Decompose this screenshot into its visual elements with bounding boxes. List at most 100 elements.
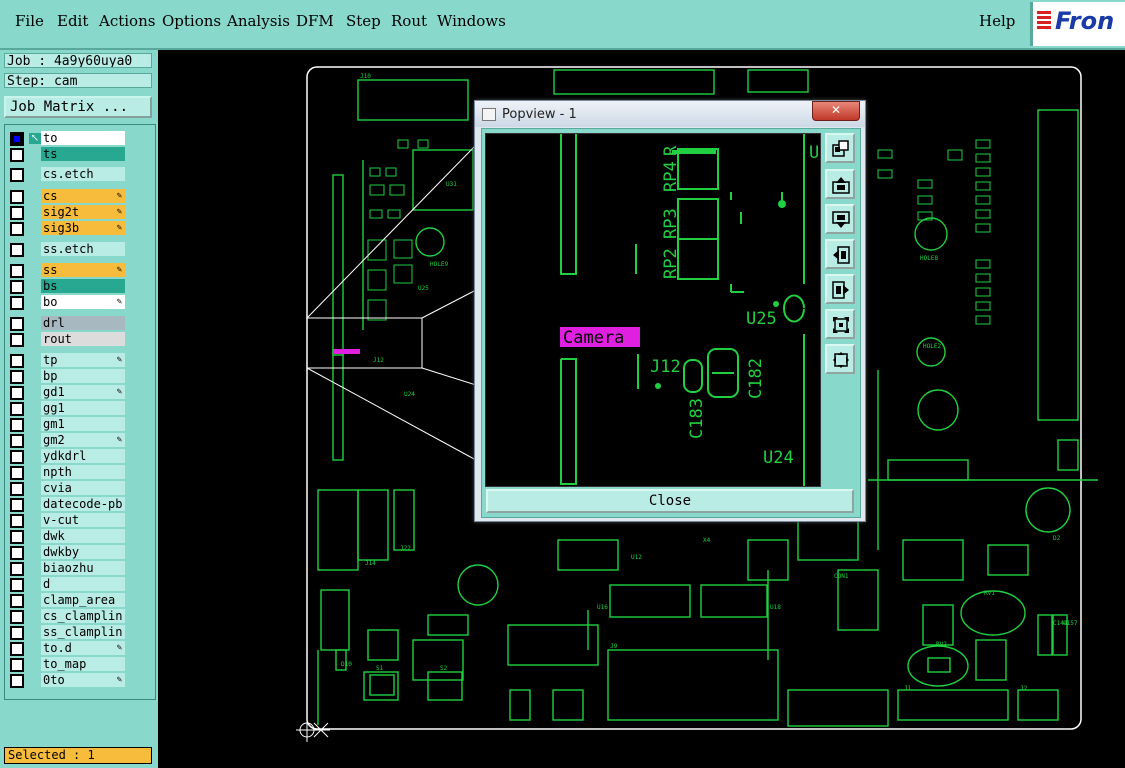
- layer-checkbox[interactable]: [10, 243, 24, 257]
- layer-row[interactable]: 0to ✎: [7, 673, 127, 688]
- layer-row[interactable]: drl: [7, 316, 127, 331]
- layer-row[interactable]: npth: [7, 465, 127, 480]
- layer-name[interactable]: dwkby: [41, 545, 125, 559]
- popview-titlebar[interactable]: Popview - 1 ✕: [475, 101, 865, 127]
- layer-row[interactable]: cs ✎: [7, 189, 127, 204]
- layer-checkbox[interactable]: [10, 674, 24, 688]
- menu-help[interactable]: Help: [979, 12, 1015, 30]
- layer-name[interactable]: ss ✎: [41, 263, 125, 277]
- layer-row[interactable]: dwk: [7, 529, 127, 544]
- layer-row[interactable]: v-cut: [7, 513, 127, 528]
- layer-checkbox[interactable]: [10, 642, 24, 656]
- pan-up-button[interactable]: [825, 169, 855, 199]
- layer-checkbox[interactable]: [10, 190, 24, 204]
- layer-row[interactable]: bp: [7, 369, 127, 384]
- layer-name[interactable]: bo ✎: [41, 295, 125, 309]
- layer-checkbox[interactable]: [10, 296, 24, 310]
- layer-name[interactable]: gg1: [41, 401, 125, 415]
- layer-row[interactable]: ss ✎: [7, 263, 127, 278]
- layer-name[interactable]: cvia: [41, 481, 125, 495]
- layer-checkbox[interactable]: [10, 206, 24, 220]
- layer-row[interactable]: gd1 ✎: [7, 385, 127, 400]
- layer-row[interactable]: cs_clamplin: [7, 609, 127, 624]
- layer-name[interactable]: to_map: [41, 657, 125, 671]
- layer-name[interactable]: cs.etch: [41, 167, 125, 181]
- layer-row[interactable]: gm2 ✎: [7, 433, 127, 448]
- popview-window[interactable]: Popview - 1 ✕ RP4 R RP3 RP2 U25 J12 C182…: [474, 100, 866, 522]
- menu-rout[interactable]: Rout: [391, 12, 427, 30]
- layer-checkbox[interactable]: [10, 594, 24, 608]
- layer-row[interactable]: bs: [7, 279, 127, 294]
- layer-row[interactable]: ts: [7, 147, 127, 162]
- menu-actions[interactable]: Actions: [99, 12, 155, 30]
- window-close-button[interactable]: ✕: [812, 101, 860, 121]
- layer-checkbox[interactable]: [10, 168, 24, 182]
- layer-row[interactable]: rout: [7, 332, 127, 347]
- menu-dfm[interactable]: DFM: [296, 12, 334, 30]
- layer-row[interactable]: ss_clamplin: [7, 625, 127, 640]
- layer-name[interactable]: bp: [41, 369, 125, 383]
- layer-row[interactable]: clamp_area: [7, 593, 127, 608]
- layer-checkbox[interactable]: [10, 658, 24, 672]
- zoom-in-button[interactable]: [825, 309, 855, 339]
- layer-name[interactable]: ydkdrl: [41, 449, 125, 463]
- layer-row[interactable]: gm1: [7, 417, 127, 432]
- layer-checkbox[interactable]: [10, 482, 24, 496]
- layer-name[interactable]: clamp_area: [41, 593, 125, 607]
- layer-checkbox[interactable]: [10, 498, 24, 512]
- layer-checkbox[interactable]: [10, 132, 24, 146]
- layer-row[interactable]: to.d ✎: [7, 641, 127, 656]
- layer-name[interactable]: bs: [41, 279, 125, 293]
- layer-checkbox[interactable]: [10, 354, 24, 368]
- layer-name[interactable]: gd1 ✎: [41, 385, 125, 399]
- layer-name[interactable]: sig3b ✎: [41, 221, 125, 235]
- popview-zoom-view[interactable]: RP4 R RP3 RP2 U25 J12 C182 C183 U24 U Ca…: [485, 133, 821, 487]
- pan-left-button[interactable]: [825, 239, 855, 269]
- layer-checkbox[interactable]: [10, 370, 24, 384]
- pan-right-button[interactable]: [825, 274, 855, 304]
- layer-checkbox[interactable]: [10, 148, 24, 162]
- layer-name[interactable]: biaozhu: [41, 561, 125, 575]
- layer-name[interactable]: npth: [41, 465, 125, 479]
- layer-name[interactable]: sig2t ✎: [41, 205, 125, 219]
- layer-row[interactable]: cs.etch: [7, 167, 127, 182]
- layer-name[interactable]: cs ✎: [41, 189, 125, 203]
- layer-name[interactable]: v-cut: [41, 513, 125, 527]
- layer-checkbox[interactable]: [10, 466, 24, 480]
- menu-step[interactable]: Step: [346, 12, 381, 30]
- layer-row[interactable]: datecode-pb: [7, 497, 127, 512]
- layer-checkbox[interactable]: [10, 450, 24, 464]
- zoom-home-button[interactable]: [825, 133, 855, 163]
- layer-checkbox[interactable]: [10, 546, 24, 560]
- layer-row[interactable]: sig2t ✎: [7, 205, 127, 220]
- layer-row[interactable]: dwkby: [7, 545, 127, 560]
- layer-row[interactable]: ↖ to: [7, 131, 127, 146]
- layer-checkbox[interactable]: [10, 418, 24, 432]
- layer-row[interactable]: sig3b ✎: [7, 221, 127, 236]
- layer-name[interactable]: rout: [41, 332, 125, 346]
- layer-name[interactable]: tp ✎: [41, 353, 125, 367]
- layer-row[interactable]: gg1: [7, 401, 127, 416]
- layer-checkbox[interactable]: [10, 280, 24, 294]
- job-matrix-button[interactable]: Job Matrix ...: [4, 96, 152, 118]
- layer-name[interactable]: d: [41, 577, 125, 591]
- layer-checkbox[interactable]: [10, 317, 24, 331]
- selected-feature-highlight[interactable]: [334, 349, 360, 354]
- layer-checkbox[interactable]: [10, 333, 24, 347]
- layer-checkbox[interactable]: [10, 514, 24, 528]
- layer-checkbox[interactable]: [10, 626, 24, 640]
- menu-analysis[interactable]: Analysis: [227, 12, 290, 30]
- layer-checkbox[interactable]: [10, 386, 24, 400]
- layer-name[interactable]: ts: [41, 147, 125, 161]
- layer-name[interactable]: gm2 ✎: [41, 433, 125, 447]
- layer-row[interactable]: biaozhu: [7, 561, 127, 576]
- layer-name[interactable]: dwk: [41, 529, 125, 543]
- layer-row[interactable]: ss.etch: [7, 242, 127, 257]
- layer-checkbox[interactable]: [10, 434, 24, 448]
- layer-name[interactable]: to: [41, 131, 125, 145]
- popview-close-button[interactable]: Close: [486, 489, 854, 513]
- layer-checkbox[interactable]: [10, 222, 24, 236]
- menu-windows[interactable]: Windows: [437, 12, 506, 30]
- layer-name[interactable]: gm1: [41, 417, 125, 431]
- menu-edit[interactable]: Edit: [57, 12, 88, 30]
